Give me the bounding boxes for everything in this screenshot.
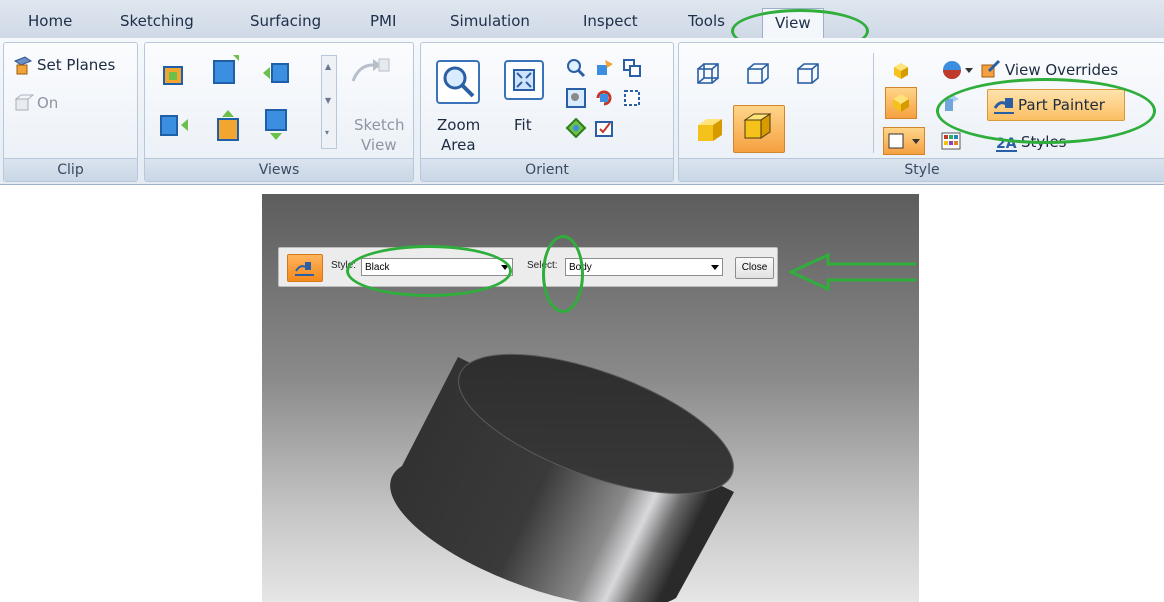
tab-surfacing[interactable]: Surfacing: [250, 7, 321, 35]
shaded-icon[interactable]: [695, 115, 725, 145]
hidden-edges-icon[interactable]: [795, 61, 821, 87]
sketch-view-label-2[interactable]: View: [361, 136, 397, 154]
style-separator: [873, 53, 874, 153]
part-painter-label: Part Painter: [1018, 96, 1105, 114]
tab-view[interactable]: View: [762, 8, 824, 39]
part-painter-icon: [992, 94, 1016, 116]
chevron-down-icon: [711, 265, 719, 270]
svg-text:2A: 2A: [996, 136, 1017, 152]
view-right-icon[interactable]: [261, 61, 291, 85]
wireframe-icon[interactable]: [695, 61, 721, 87]
group-label-views: Views: [145, 158, 413, 181]
zoom-area-label-2[interactable]: Area: [441, 136, 476, 154]
group-label-clip: Clip: [4, 158, 137, 181]
chevron-down-icon: [501, 265, 509, 270]
tab-tools[interactable]: Tools: [688, 7, 725, 35]
group-label-orient: Orient: [421, 158, 673, 181]
ribbon: Set Planes On Clip ▲ ▼ ▾ Sketch View Vie…: [0, 38, 1164, 185]
ribbon-tab-bar: Home Sketching Surfacing PMI Simulation …: [0, 0, 1164, 39]
part-painter-command-bar: Style: Black Select: Body Close: [278, 247, 778, 287]
shading-toggle-button[interactable]: [885, 87, 917, 119]
set-planes-icon: [12, 55, 34, 77]
clip-on-button[interactable]: On: [37, 94, 58, 112]
previous-view-icon[interactable]: [621, 57, 643, 79]
view-overrides-button[interactable]: View Overrides: [1005, 61, 1118, 79]
sketch-view-icon: [349, 55, 391, 87]
style-label: Style:: [331, 260, 357, 271]
select-dropdown[interactable]: Body: [565, 258, 723, 276]
visible-edges-icon[interactable]: [745, 61, 771, 87]
annotation-arrow-icon: [788, 252, 916, 292]
tab-simulation[interactable]: Simulation: [450, 7, 530, 35]
sketch-orient-icon[interactable]: [565, 117, 587, 139]
view-back-icon[interactable]: [263, 107, 289, 143]
set-planes-button[interactable]: Set Planes: [37, 56, 115, 74]
view-bottom-icon[interactable]: [215, 107, 241, 143]
spin-about-icon[interactable]: [621, 87, 643, 109]
zoom-area-label-1[interactable]: Zoom: [437, 116, 480, 134]
group-views: ▲ ▼ ▾ Sketch View Views: [144, 42, 414, 182]
graphics-viewport[interactable]: Style: Black Select: Body Close: [262, 194, 919, 602]
sketch-view-label-1[interactable]: Sketch: [354, 116, 405, 134]
view-overrides-icon: [979, 57, 1003, 81]
group-style: View Overrides Part Painter 2A Styles St…: [678, 42, 1164, 182]
view-left-icon[interactable]: [159, 113, 191, 139]
zoom-window-icon[interactable]: [565, 87, 587, 109]
view-sphere-icon[interactable]: [941, 57, 975, 83]
tab-pmi[interactable]: PMI: [370, 7, 396, 35]
lights-icon[interactable]: [941, 93, 961, 117]
views-gallery-scroll[interactable]: ▲ ▼ ▾: [321, 55, 337, 149]
tab-home[interactable]: Home: [28, 7, 72, 35]
tab-inspect[interactable]: Inspect: [583, 7, 638, 35]
style-dropdown-value: Black: [365, 262, 390, 273]
fit-label[interactable]: Fit: [514, 116, 532, 134]
close-button[interactable]: Close: [735, 257, 774, 279]
rotate-icon[interactable]: [593, 87, 615, 109]
part-color-icon[interactable]: [889, 59, 913, 83]
zoom-area-icon[interactable]: [435, 59, 481, 105]
render-mode-dropdown[interactable]: [883, 127, 925, 155]
named-views-icon[interactable]: [593, 117, 615, 139]
shaded-visible-edges-button[interactable]: [733, 105, 785, 153]
styles-icon: 2A: [995, 133, 1019, 153]
clip-on-icon: [12, 93, 35, 115]
view-front-icon[interactable]: [161, 61, 187, 87]
styles-button[interactable]: Styles: [1021, 133, 1067, 151]
tab-sketching[interactable]: Sketching: [120, 7, 194, 35]
select-label: Select:: [527, 260, 558, 271]
view-top-icon[interactable]: [211, 53, 243, 87]
group-orient: Zoom Area Fit Orient: [420, 42, 674, 182]
fit-icon[interactable]: [503, 59, 545, 101]
select-dropdown-value: Body: [569, 262, 592, 273]
style-dropdown[interactable]: Black: [361, 258, 513, 276]
pan-icon[interactable]: [593, 57, 615, 79]
zoom-icon[interactable]: [565, 57, 587, 79]
group-clip: Set Planes On Clip: [3, 42, 138, 182]
part-painter-button[interactable]: Part Painter: [987, 89, 1125, 121]
color-palette-icon[interactable]: [941, 131, 961, 151]
part-painter-command-button[interactable]: [287, 254, 323, 282]
group-label-style: Style: [679, 158, 1164, 181]
